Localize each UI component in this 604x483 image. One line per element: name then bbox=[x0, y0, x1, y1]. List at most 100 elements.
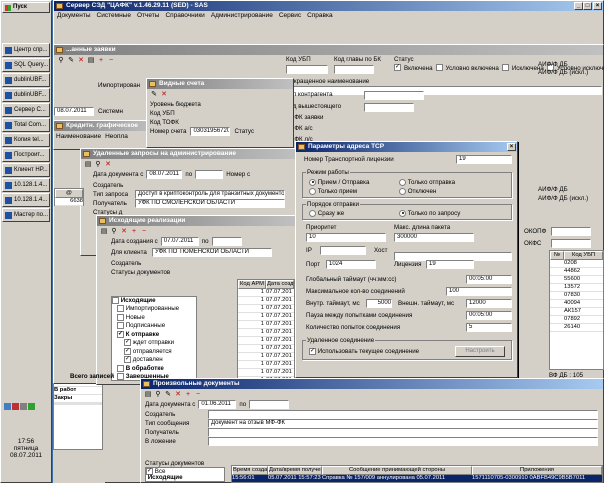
table-row[interactable]: 107.07.201 bbox=[238, 297, 294, 305]
table-row[interactable]: 15:56:01 05.07.2011 15:57:23 Справка № 1… bbox=[232, 475, 602, 482]
taskbar-item[interactable]: Total Com... bbox=[2, 118, 50, 132]
start-button[interactable]: Пуск bbox=[2, 2, 50, 13]
print-icon[interactable]: ▤ bbox=[100, 228, 108, 236]
tcp-glob-input[interactable]: 00:05:00 bbox=[466, 275, 512, 284]
ish-to-input[interactable] bbox=[211, 237, 242, 246]
table-row[interactable]: 107.07.201 bbox=[238, 305, 294, 313]
volume-icon[interactable] bbox=[20, 403, 27, 410]
delete-icon[interactable]: ✕ bbox=[120, 228, 128, 236]
proiz-type-input[interactable]: Документ на отзыв МФ-ФК bbox=[208, 419, 598, 428]
print-icon[interactable]: ▤ bbox=[87, 57, 95, 65]
tree-item[interactable]: ✓ ждет отправки bbox=[112, 339, 196, 347]
tree-check[interactable]: ✓ bbox=[124, 356, 131, 364]
udal-recv-input[interactable]: УФК ПО СМОЛЕНСКОЙ ОБЛАСТИ bbox=[135, 199, 285, 208]
tab-neopl[interactable]: Неопла bbox=[105, 133, 128, 140]
tree-item[interactable]: ✓ доставлен bbox=[112, 356, 196, 364]
tree-check[interactable] bbox=[117, 305, 124, 313]
tcp-port-input[interactable]: 1024 bbox=[326, 260, 376, 269]
table-row[interactable]: 0208 bbox=[550, 260, 603, 268]
tcp-ip-input[interactable] bbox=[320, 246, 366, 255]
pen-icon[interactable]: ✎ bbox=[67, 57, 75, 65]
table-row[interactable]: 44862 bbox=[550, 268, 603, 276]
radio-m4[interactable] bbox=[399, 187, 406, 195]
table-row[interactable]: 107.07.201 bbox=[238, 361, 294, 369]
radio-m1[interactable] bbox=[309, 178, 316, 186]
pen-icon[interactable]: ✎ bbox=[150, 91, 158, 99]
okfs-input[interactable] bbox=[551, 239, 591, 248]
kod-glavy-input[interactable] bbox=[334, 65, 374, 74]
shield-icon[interactable] bbox=[12, 403, 19, 410]
minus-icon[interactable]: − bbox=[140, 228, 148, 236]
table-row[interactable]: 107.07.201 bbox=[238, 353, 294, 361]
table-row[interactable]: 07830 bbox=[550, 292, 603, 300]
print-icon[interactable]: ▤ bbox=[84, 161, 92, 169]
table-row[interactable]: 107.07.201 bbox=[238, 289, 294, 297]
menu-item[interactable]: Справочники bbox=[165, 11, 204, 20]
tree-item[interactable]: ✓ отправляется bbox=[112, 347, 196, 356]
taskbar-item[interactable]: 10.128.1.4... bbox=[2, 193, 50, 207]
tcp-close-icon[interactable]: × bbox=[507, 143, 516, 151]
okopf-input[interactable] bbox=[551, 227, 591, 236]
tcp-pause-input[interactable]: 00:05:00 bbox=[466, 311, 512, 320]
abbr-input[interactable] bbox=[286, 86, 602, 95]
tcp-intto-input[interactable]: 5000 bbox=[366, 299, 392, 308]
tree-check[interactable] bbox=[117, 322, 124, 330]
proiz-inbox-input[interactable] bbox=[208, 437, 598, 446]
menu-item[interactable]: Отчеты bbox=[137, 11, 159, 20]
table-row[interactable]: 55600 bbox=[550, 276, 603, 284]
delete-icon[interactable]: ✕ bbox=[174, 391, 182, 399]
tree-item[interactable]: В обработке bbox=[112, 364, 196, 373]
tree-check[interactable] bbox=[112, 297, 119, 304]
tree-check[interactable] bbox=[117, 313, 124, 321]
tree-check[interactable] bbox=[117, 364, 124, 372]
tcp-maxconn-input[interactable]: 100 bbox=[446, 287, 512, 296]
list-item[interactable]: Закры bbox=[54, 395, 102, 403]
tab-name[interactable]: Наименование bbox=[56, 133, 101, 140]
menu-item[interactable]: Справка bbox=[307, 11, 333, 20]
type-input[interactable] bbox=[364, 91, 424, 100]
tree-item[interactable]: Новые bbox=[112, 313, 196, 322]
taskbar-item[interactable]: dublinUBF... bbox=[2, 88, 50, 102]
kod-ubp-input[interactable] bbox=[286, 65, 328, 74]
proiz-to-input[interactable] bbox=[249, 400, 290, 409]
binoculars-icon[interactable]: ⚲ bbox=[154, 391, 162, 399]
table-row[interactable]: 13572 bbox=[550, 284, 603, 292]
radio-o2[interactable] bbox=[399, 209, 406, 217]
app-tray-icon[interactable] bbox=[28, 403, 35, 410]
tcp-lic2-input[interactable]: 19 bbox=[426, 260, 474, 269]
chk-on[interactable]: ✓ bbox=[394, 64, 401, 71]
taskbar-item[interactable]: Копия tel... bbox=[2, 133, 50, 147]
tcp-cnt-input[interactable]: 5 bbox=[466, 323, 512, 332]
tree-item[interactable]: ✓ К отправке bbox=[112, 330, 196, 339]
menu-item[interactable]: Документы bbox=[57, 11, 91, 20]
taskbar-item[interactable]: Построит... bbox=[2, 148, 50, 162]
kod-vyshest-input[interactable] bbox=[364, 103, 414, 112]
tree-item[interactable]: Исходящие bbox=[112, 297, 196, 305]
taskbar-item[interactable]: Сервер С... bbox=[2, 103, 50, 117]
tcp-extto-input[interactable]: 12000 bbox=[466, 299, 512, 308]
menu-item[interactable]: Сервис bbox=[279, 11, 301, 20]
table-row[interactable]: 107.07.201 bbox=[238, 313, 294, 321]
radio-o1[interactable] bbox=[309, 209, 316, 217]
taskbar-item[interactable]: Мастер по... bbox=[2, 208, 50, 222]
svod-date[interactable]: 08.07.2011 bbox=[54, 107, 94, 116]
delete-icon[interactable]: ✕ bbox=[104, 161, 112, 169]
list-item[interactable]: В работ bbox=[54, 387, 102, 395]
taskbar-item[interactable]: SQL Query... bbox=[2, 58, 50, 72]
network-icon[interactable] bbox=[4, 403, 11, 410]
proiz-date-input[interactable]: 01.06.2011 bbox=[198, 400, 237, 409]
maximize-icon[interactable]: □ bbox=[583, 2, 592, 10]
tree-check[interactable] bbox=[117, 372, 124, 380]
taskbar-item[interactable]: Клиент НР... bbox=[2, 163, 50, 177]
proiz-recv-input[interactable] bbox=[208, 428, 598, 437]
use-current-check[interactable]: ✓ bbox=[309, 347, 316, 355]
binoculars-icon[interactable]: ⚲ bbox=[110, 228, 118, 236]
chk-cond[interactable] bbox=[435, 64, 443, 71]
proiz-creator-input[interactable] bbox=[208, 410, 598, 419]
chk-excl[interactable] bbox=[501, 64, 509, 71]
plus-icon[interactable]: + bbox=[130, 228, 138, 236]
menu-item[interactable]: Системные bbox=[97, 11, 131, 20]
tcp-lic-input[interactable]: 19 bbox=[456, 155, 512, 164]
setup-button[interactable]: Настроить bbox=[455, 346, 505, 357]
taskbar-item[interactable]: dublinUBF... bbox=[2, 73, 50, 87]
